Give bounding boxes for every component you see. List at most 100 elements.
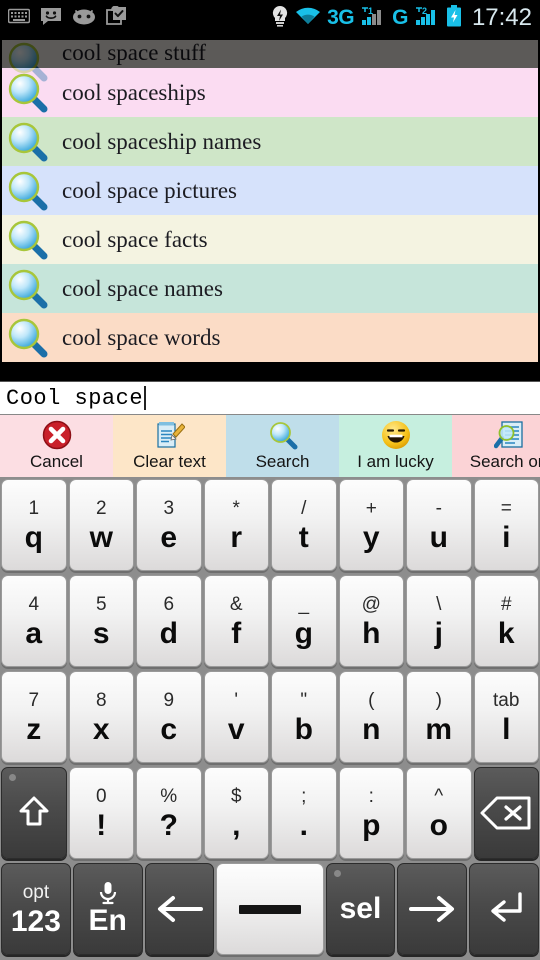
key-opt-123[interactable]: opt 123 [1,863,71,955]
key-sel[interactable]: sel [325,863,396,955]
key-y[interactable]: + y [338,479,404,571]
key-z[interactable]: 7z [1,671,67,763]
action-i-am-lucky[interactable]: I am lucky [339,415,452,477]
key-e[interactable]: 3e [136,479,202,571]
key-v[interactable]: ' v [203,671,269,763]
key-backspace[interactable] [473,767,539,859]
key-x[interactable]: 8x [68,671,134,763]
key-c[interactable]: 9c [136,671,202,763]
action-search[interactable]: Search [226,415,339,477]
key-secondary-label: ; [301,786,307,807]
backspace-icon [480,796,532,830]
key-u[interactable]: -u [406,479,472,571]
suggestion-label: cool space facts [62,226,208,252]
shift-up-arrow-icon [12,791,56,835]
key-primary-label: q [24,521,43,554]
key-primary-label: h [362,617,381,650]
key-indicator-dot [9,774,16,781]
suggestion-row[interactable]: cool spaceship names [2,117,538,166]
key-secondary-label: 8 [95,690,107,711]
key-a[interactable]: 4a [1,575,67,667]
key-t[interactable]: / t [271,479,337,571]
key-b[interactable]: " b [271,671,337,763]
key-q[interactable]: 1q [1,479,67,571]
suggestion-row[interactable]: cool space names [2,264,538,313]
key-primary-label: d [159,617,178,650]
signal-1-icon: 1 [360,6,386,31]
key-arrow-right[interactable] [397,863,468,955]
key-question[interactable]: %? [136,767,202,859]
key-g[interactable]: _ g [271,575,337,667]
key-secondary-label: opt [22,882,50,903]
search-magnifier-icon [268,419,298,451]
key-primary-label: i [502,521,511,554]
key-primary-label: ! [96,809,107,842]
key-secondary-label: $ [230,786,242,807]
key-j[interactable]: \ j [406,575,472,667]
magnifier-icon [6,218,50,262]
keyboard-icon [7,8,31,29]
suggestion-row[interactable]: cool space facts [2,215,538,264]
search-input[interactable]: Cool space [0,381,540,415]
key-d[interactable]: 6d [136,575,202,667]
key-primary-label: k [497,617,515,650]
key-arrow-left[interactable] [144,863,215,955]
microphone-icon [97,881,119,905]
key-f[interactable]: & f [203,575,269,667]
key-indicator-dot [333,870,341,877]
suggestion-list-container: cool space stuff cool spaceships cool sp… [0,36,540,381]
key-r[interactable]: * r [203,479,269,571]
text-caret [144,386,147,410]
key-secondary-label: + [365,498,377,519]
smiley-lucky-icon [381,419,411,451]
key-n[interactable]: (n [338,671,404,763]
key-primary-label: En [88,904,127,937]
key-primary-label: y [362,521,380,554]
key-secondary-label: \ [436,594,442,615]
battery-charging-icon [446,4,462,32]
key-i[interactable]: = i [473,479,539,571]
network-type-3g: 3G [327,6,355,29]
key-mic-en[interactable]: En [72,863,143,955]
key-h[interactable]: @ h [338,575,404,667]
key-period[interactable]: ;. [271,767,337,859]
suggestion-row[interactable]: cool spaceships [2,68,538,117]
suggestion-row[interactable]: cool space pictures [2,166,538,215]
action-bar: Cancel Clear text Search I am lucky Search o… [0,415,540,477]
key-s[interactable]: 5s [68,575,134,667]
suggestion-row[interactable]: cool space stuff [2,40,538,82]
key-secondary-label: 6 [163,594,175,615]
key-w[interactable]: 2w [68,479,134,571]
key-secondary-label: & [229,594,243,615]
action-cancel[interactable]: Cancel [0,415,113,477]
on-screen-keyboard: 1 q 2 w 3 e * r / t + y - u = i 4 a 5 s 6 d & f _ g @ h \ j # k 7 z 8 x 9 c ' v… [0,477,540,960]
key-secondary-label: @ [361,594,381,615]
suggestion-label: cool space names [62,275,223,301]
key-exclaim[interactable]: 0! [68,767,134,859]
key-k[interactable]: # k [473,575,539,667]
suggestion-row[interactable]: cool space words [2,313,538,362]
spacebar-icon [238,904,301,914]
key-primary-label: o [429,809,448,842]
action-search-on[interactable]: Search on [452,415,540,477]
key-enter[interactable] [469,863,539,955]
key-m[interactable]: ) m [406,671,472,763]
key-comma[interactable]: $, [203,767,269,859]
suggestion-list[interactable]: cool space stuff cool spaceships cool sp… [2,36,538,381]
key-primary-label: u [429,521,448,554]
action-clear-text[interactable]: Clear text [113,415,226,477]
action-label: Search on [469,452,540,471]
key-secondary-label: : [368,786,374,807]
key-secondary-label: ^ [434,786,444,807]
key-l-tab[interactable]: tab l [473,671,539,763]
clear-text-icon [155,419,185,451]
keyboard-row: 4 a 5 s 6 d & f _ g @ h \ j # k [0,573,540,669]
key-p[interactable]: :p [338,767,404,859]
key-secondary-label: _ [298,594,310,615]
key-o[interactable]: ^ o [406,767,472,859]
key-shift[interactable] [1,767,67,859]
key-space[interactable] [216,863,324,955]
wifi-icon [295,7,321,30]
key-primary-label: a [25,617,43,650]
key-primary-label: 123 [10,905,61,938]
